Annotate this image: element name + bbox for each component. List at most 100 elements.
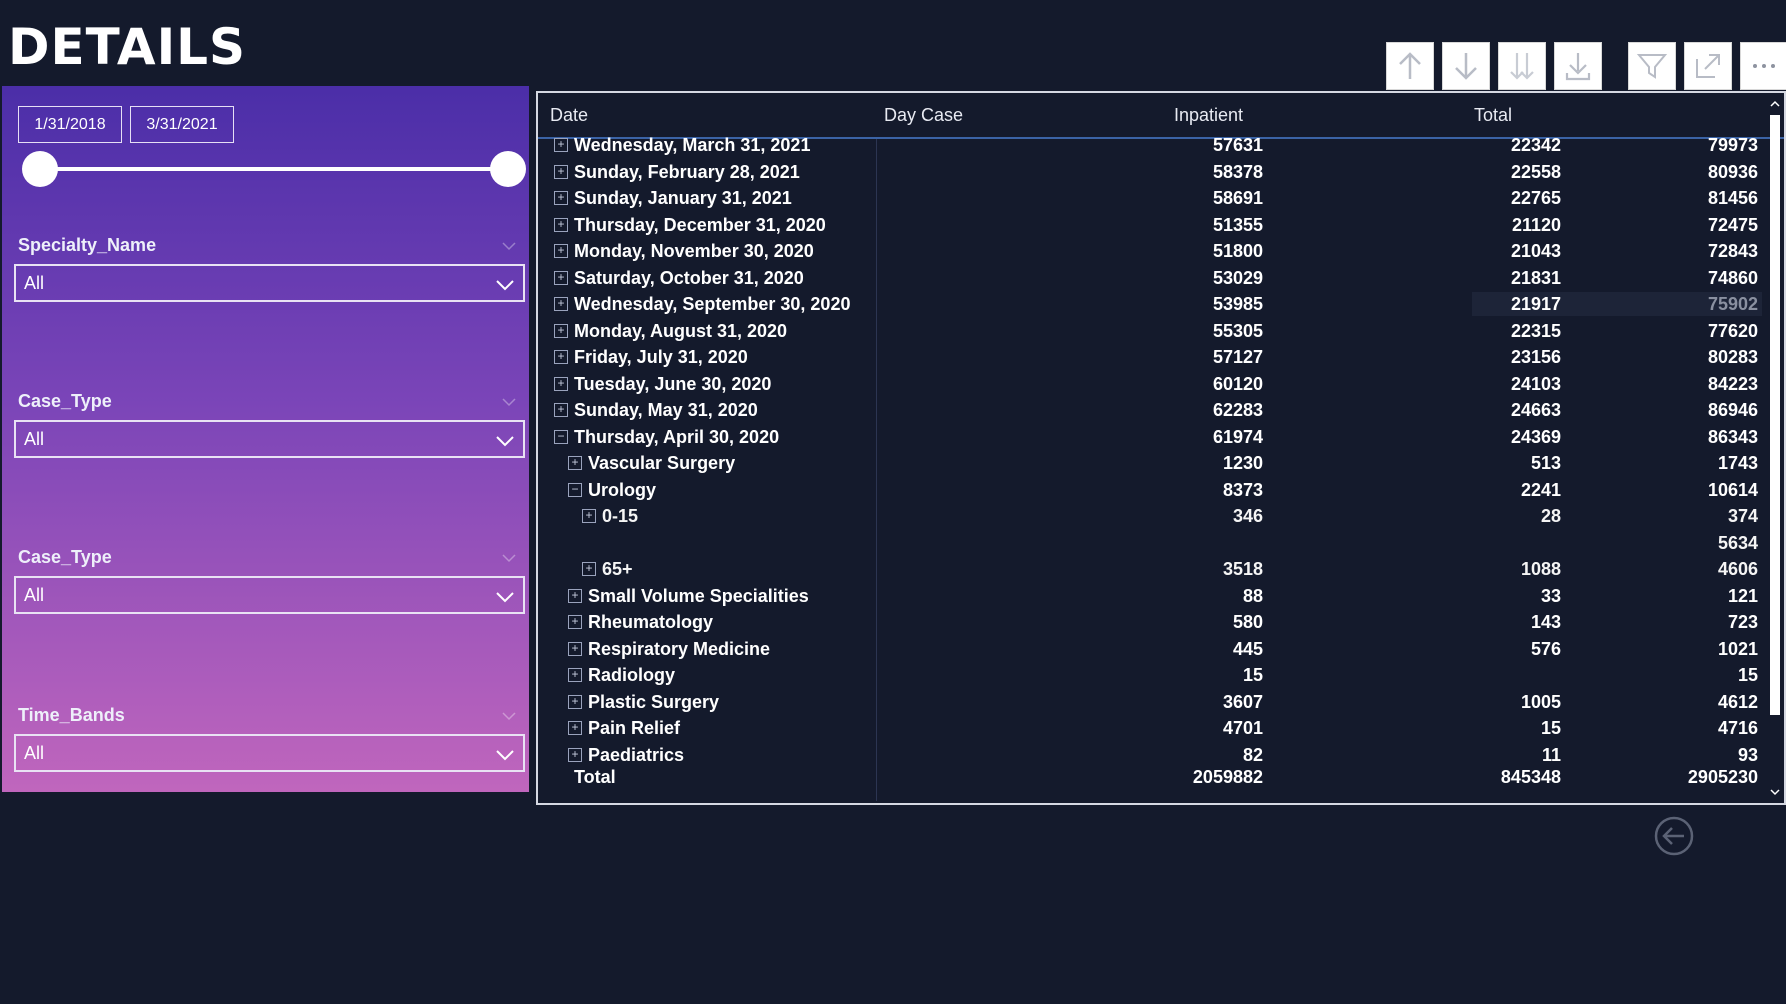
cell-total: 86946 (1707, 400, 1758, 420)
table-row[interactable]: + Sunday, January 31, 2021 58691 22765 81456 (538, 186, 1768, 212)
cell-day-case: 15 (1242, 665, 1263, 685)
row-label: Sunday, February 28, 2021 (574, 161, 800, 182)
scroll-thumb[interactable] (1770, 115, 1780, 715)
table-row[interactable]: + Sunday, February 28, 2021 58378 22558 8093… (538, 160, 1768, 186)
focus-mode-button[interactable] (1684, 42, 1732, 90)
expand-icon[interactable]: + (554, 297, 568, 311)
table-row[interactable]: + Monday, November 30, 2020 51800 21043 7284… (538, 239, 1768, 265)
cell-day-case: 88 (1242, 585, 1263, 606)
table-row[interactable]: + Saturday, October 31, 2020 53029 21831 748… (538, 266, 1768, 292)
row-label: 65+ (602, 559, 633, 579)
expand-icon[interactable]: + (568, 615, 582, 629)
cell-day-case: 53985 (1212, 294, 1263, 314)
expand-icon[interactable]: + (582, 562, 596, 576)
collapse-icon[interactable]: − (568, 482, 582, 497)
expand-icon[interactable]: + (568, 588, 582, 603)
time-bands-dropdown[interactable]: All (14, 734, 525, 772)
table-row[interactable]: +65+ 3518 1088 4606 (538, 557, 1768, 583)
table-row[interactable]: − Thursday, April 30, 2020 61974 24369 86343 (538, 425, 1768, 451)
chevron-down-icon[interactable] (501, 238, 517, 254)
expand-icon[interactable]: + (554, 138, 568, 152)
column-header-total[interactable]: Total (1474, 105, 1512, 126)
expand-icon[interactable]: + (554, 376, 568, 391)
expand-icon[interactable]: + (568, 721, 582, 735)
table-row[interactable]: + Rheumatology 580 143 723 (538, 610, 1768, 636)
cell-day-case: 57127 (1212, 347, 1263, 367)
column-header-date[interactable]: Date (550, 105, 588, 126)
expand-icon[interactable]: + (568, 694, 582, 709)
table-row[interactable]: + Plastic Surgery 3607 1005 4612 (538, 690, 1768, 716)
row-label: Monday, November 30, 2020 (574, 241, 814, 261)
date-slider-track[interactable] (40, 167, 510, 171)
table-row[interactable]: + Radiology 15 15 (538, 663, 1768, 689)
expand-icon[interactable]: + (554, 217, 568, 232)
drill-down-button[interactable] (1442, 42, 1490, 90)
expand-icon[interactable]: + (554, 270, 568, 285)
row-label: Wednesday, March 31, 2021 (574, 135, 811, 155)
cell-total: 74860 (1707, 267, 1758, 288)
start-date-input[interactable]: 1/31/2018 (18, 106, 122, 143)
vertical-scrollbar[interactable] (1768, 97, 1782, 799)
row-label: Thursday, April 30, 2020 (574, 426, 780, 447)
table-row[interactable]: 5634 (538, 531, 1768, 557)
chevron-down-icon[interactable] (501, 708, 517, 724)
collapse-icon[interactable]: − (554, 429, 568, 444)
table-row[interactable]: + Respiratory Medicine 445 576 1021 (538, 637, 1768, 663)
case-type-2-dropdown[interactable]: All (14, 576, 525, 614)
cell-inpatient: 21831 (1510, 267, 1561, 288)
expand-icon[interactable]: + (568, 641, 582, 656)
chevron-down-icon (496, 750, 514, 761)
expand-icon[interactable]: + (582, 509, 596, 523)
date-slider-end-handle[interactable] (490, 151, 526, 187)
date-slider-start-handle[interactable] (22, 151, 58, 187)
filter-button[interactable] (1628, 42, 1676, 90)
row-label: Sunday, May 31, 2020 (574, 400, 758, 420)
table-row[interactable]: + Sunday, May 31, 2020 62283 24663 86946 (538, 398, 1768, 424)
table-row[interactable]: + Monday, August 31, 2020 55305 22315 77620 (538, 319, 1768, 345)
chevron-down-icon (496, 280, 514, 291)
more-options-button[interactable] (1740, 42, 1786, 90)
expand-icon[interactable]: + (568, 668, 582, 682)
expand-next-level-button[interactable] (1498, 42, 1546, 90)
expand-icon[interactable]: + (554, 403, 568, 417)
chevron-down-icon[interactable] (501, 550, 517, 566)
drill-up-button[interactable] (1386, 42, 1434, 90)
cell-inpatient: 23156 (1510, 347, 1561, 367)
expand-icon[interactable]: + (554, 164, 568, 179)
table-row[interactable]: + Wednesday, March 31, 2021 57631 22342 7997… (538, 133, 1768, 159)
expand-all-icon (1565, 53, 1591, 81)
column-header-inpatient[interactable]: Inpatient (1174, 105, 1243, 126)
specialty-dropdown[interactable]: All (14, 264, 525, 302)
cell-day-case: 61974 (1212, 426, 1263, 447)
table-row[interactable]: + Wednesday, September 30, 2020 53985 21917… (538, 292, 1768, 318)
table-row[interactable]: + Thursday, December 31, 2020 51355 21120 72… (538, 213, 1768, 239)
cell-total: 4612 (1717, 691, 1758, 712)
column-header-day-case[interactable]: Day Case (884, 105, 963, 126)
table-row[interactable]: + Vascular Surgery 1230 513 1743 (538, 451, 1768, 477)
expand-icon[interactable]: + (554, 191, 568, 205)
expand-icon[interactable]: + (554, 350, 568, 364)
expand-all-button[interactable] (1554, 42, 1602, 90)
table-row[interactable]: +0-15 346 28 374 (538, 504, 1768, 530)
expand-icon[interactable]: + (554, 323, 568, 338)
row-label: Tuesday, June 30, 2020 (574, 373, 772, 394)
case-type-dropdown[interactable]: All (14, 420, 525, 458)
back-arrow-icon[interactable] (1654, 816, 1694, 856)
cell-inpatient: 576 (1530, 638, 1561, 659)
visual-toolbar (1386, 42, 1786, 90)
table-row[interactable]: + Pain Relief 4701 15 4716 (538, 716, 1768, 742)
end-date-input[interactable]: 3/31/2021 (130, 106, 234, 143)
expand-icon[interactable]: + (554, 244, 568, 258)
cell-day-case: 580 (1232, 612, 1263, 632)
scroll-up-icon[interactable] (1768, 97, 1782, 111)
table-row[interactable]: + Tuesday, June 30, 2020 60120 24103 84223 (538, 372, 1768, 398)
table-row[interactable]: − Urology 8373 2241 10614 (538, 478, 1768, 504)
chevron-down-icon[interactable] (501, 394, 517, 410)
table-row[interactable]: + Small Volume Specialities 88 33 121 (538, 584, 1768, 610)
scroll-down-icon[interactable] (1768, 785, 1782, 799)
table-row[interactable]: + Friday, July 31, 2020 57127 23156 80283 (538, 345, 1768, 371)
expand-icon[interactable]: + (568, 747, 582, 762)
page-title: DETAILS (8, 18, 247, 76)
expand-icon[interactable]: + (568, 456, 582, 470)
total-day-case: 2059882 (1192, 767, 1263, 787)
